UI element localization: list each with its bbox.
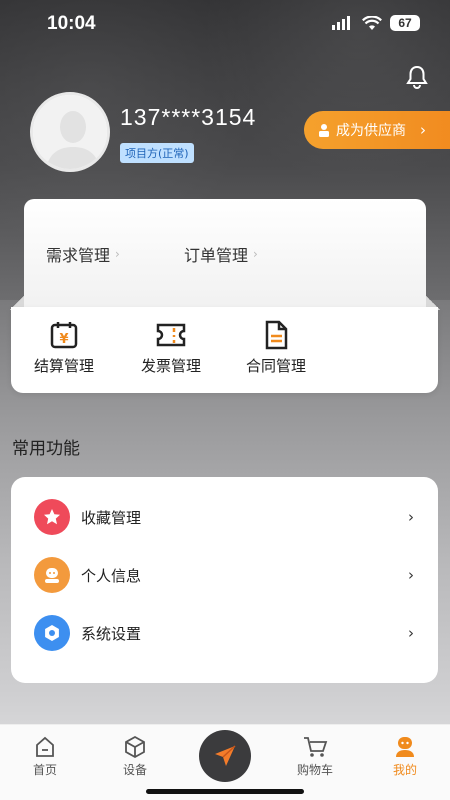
finance-card: ¥ 结算管理 发票管理 合同管理 <box>11 307 438 393</box>
chevron-right-icon: › <box>420 121 426 139</box>
bell-icon[interactable] <box>404 64 430 90</box>
system-settings-label: 系统设置 <box>81 624 142 643</box>
demand-management-link[interactable]: 需求管理 › <box>46 242 120 266</box>
star-icon <box>34 499 70 535</box>
demand-management-label: 需求管理 <box>46 246 111 265</box>
publish-button[interactable] <box>199 730 251 782</box>
settlement-management-button[interactable]: ¥ 结算管理 <box>14 319 114 376</box>
list-item-system-settings[interactable]: 系统设置 › <box>11 604 438 662</box>
contract-management-label: 合同管理 <box>245 357 306 375</box>
list-item-favorites[interactable]: 收藏管理 › <box>11 488 438 546</box>
profile-icon <box>396 737 414 757</box>
invoice-management-button[interactable]: 发票管理 <box>121 319 221 376</box>
battery-indicator: 67 <box>390 15 420 31</box>
user-lock-icon <box>319 124 329 137</box>
section-title: 常用功能 <box>12 439 80 459</box>
contract-management-button[interactable]: 合同管理 <box>226 319 326 376</box>
home-indicator <box>146 789 304 794</box>
settlement-management-label: 结算管理 <box>33 357 94 375</box>
order-management-link[interactable]: 订单管理 › <box>184 242 258 266</box>
chevron-right-icon: › <box>408 508 414 526</box>
chevron-right-icon: › <box>115 247 120 261</box>
yen-calendar-icon: ¥ <box>50 322 78 349</box>
tab-devices[interactable]: 设备 <box>100 735 170 778</box>
signal-icon <box>332 16 350 30</box>
management-card: 需求管理 › 订单管理 › <box>24 199 426 309</box>
role-badge: 项目方(正常) <box>120 143 194 163</box>
tab-cart-label: 购物车 <box>296 763 333 777</box>
cube-icon <box>125 735 145 759</box>
chevron-right-icon: › <box>408 566 414 584</box>
tab-home-label: 首页 <box>32 763 57 777</box>
favorites-label: 收藏管理 <box>81 508 142 527</box>
paper-plane-icon <box>215 745 236 766</box>
become-supplier-label: 成为供应商 <box>336 123 406 139</box>
person-icon <box>34 557 70 593</box>
phone-number: 137****3154 <box>120 104 257 130</box>
svg-text:¥: ¥ <box>59 332 68 347</box>
list-item-personal-info[interactable]: 个人信息 › <box>11 546 438 604</box>
wifi-icon <box>362 15 382 30</box>
chevron-right-icon: › <box>408 624 414 642</box>
chevron-right-icon: › <box>253 247 258 261</box>
order-management-label: 订单管理 <box>184 246 249 265</box>
home-icon <box>36 736 54 757</box>
become-supplier-button[interactable]: 成为供应商 › <box>304 111 450 149</box>
avatar[interactable] <box>30 92 110 172</box>
personal-info-label: 个人信息 <box>81 566 142 585</box>
tab-cart[interactable]: 购物车 <box>280 735 350 778</box>
status-time: 10:04 <box>47 13 96 34</box>
tab-devices-label: 设备 <box>122 763 147 777</box>
status-bar: 10:04 67 <box>0 0 450 50</box>
status-icons: 67 <box>332 15 420 31</box>
cart-icon <box>304 737 328 757</box>
gear-icon <box>34 615 70 651</box>
tab-mine[interactable]: 我的 <box>370 735 440 778</box>
ticket-icon <box>156 323 186 347</box>
common-functions-card: 收藏管理 › 个人信息 › 系统设置 › <box>11 477 438 683</box>
invoice-management-label: 发票管理 <box>140 357 201 375</box>
tab-home[interactable]: 首页 <box>10 735 80 778</box>
tab-mine-label: 我的 <box>392 763 417 777</box>
document-icon <box>265 320 288 350</box>
